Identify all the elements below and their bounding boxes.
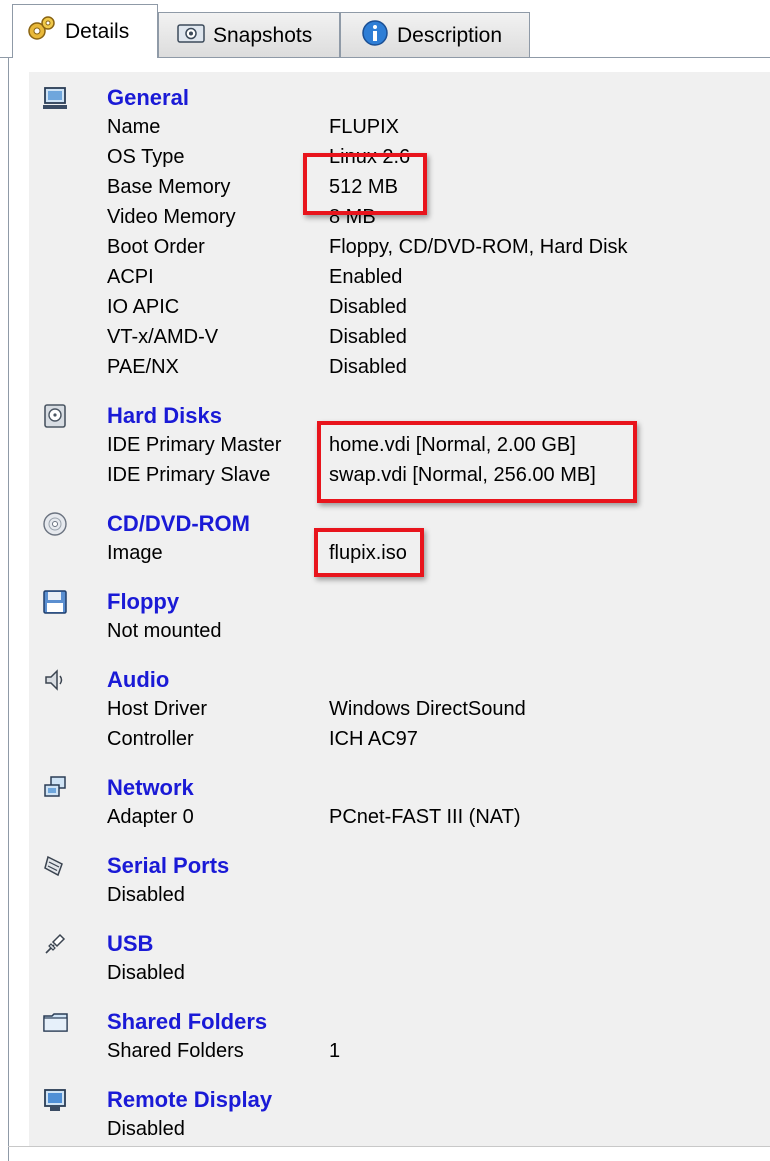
row-value: ICH AC97: [329, 728, 418, 750]
tab-details-label: Details: [65, 19, 130, 43]
section-usb-title[interactable]: USB: [107, 930, 153, 958]
tab-description[interactable]: Description: [340, 12, 530, 58]
row-key: Shared Folders: [107, 1040, 244, 1062]
row-key: Boot Order: [107, 236, 205, 258]
row-key: ACPI: [107, 266, 154, 288]
row-key: PAE/NX: [107, 356, 179, 378]
row-key: IO APIC: [107, 296, 180, 318]
row-value: Enabled: [329, 266, 403, 288]
cd-icon: [43, 512, 67, 536]
row-key: Base Memory: [107, 176, 231, 198]
row-key: VT-x/AMD-V: [107, 326, 219, 348]
row-value: PCnet-FAST III (NAT): [329, 806, 521, 828]
row-value: Disabled: [329, 356, 407, 378]
tab-bar: Details Snapshots Description: [0, 0, 770, 60]
network-icon: [43, 776, 67, 800]
row-value: Floppy, CD/DVD-ROM, Hard Disk: [329, 236, 628, 258]
highlight-cd-image: [314, 528, 424, 577]
gear-icon: [27, 15, 57, 49]
details-panel: General Name FLUPIX OS Type Linux 2.6 Base…: [29, 72, 770, 1146]
row-key: Video Memory: [107, 206, 236, 228]
highlight-base-memory: [303, 153, 427, 215]
row-key: Not mounted: [107, 620, 222, 642]
row-key: Disabled: [107, 1118, 185, 1140]
section-network-title[interactable]: Network: [107, 774, 194, 802]
row-key: Disabled: [107, 962, 185, 984]
section-hard-disks-title[interactable]: Hard Disks: [107, 402, 222, 430]
row-key: Controller: [107, 728, 194, 750]
section-serial-ports-title[interactable]: Serial Ports: [107, 852, 229, 880]
section-general-title[interactable]: General: [107, 84, 189, 112]
computer-icon: [43, 86, 67, 110]
floppy-icon: [43, 590, 67, 614]
camera-icon: [177, 22, 205, 50]
section-remote-display-title[interactable]: Remote Display: [107, 1086, 272, 1114]
section-audio-title[interactable]: Audio: [107, 666, 169, 694]
frame-left-border: [8, 57, 9, 1161]
section-shared-folders-title[interactable]: Shared Folders: [107, 1008, 267, 1036]
tab-snapshots-label: Snapshots: [213, 23, 313, 47]
row-value: FLUPIX: [329, 116, 400, 138]
frame-bottom-border: [8, 1146, 770, 1147]
monitor-icon: [43, 1088, 67, 1112]
row-value: Disabled: [329, 326, 407, 348]
row-key: Name: [107, 116, 161, 138]
usb-icon: [43, 932, 67, 956]
hard-disk-icon: [43, 404, 67, 428]
speaker-icon: [43, 668, 67, 692]
row-key: IDE Primary Slave: [107, 464, 271, 486]
tab-details[interactable]: Details: [12, 4, 158, 58]
row-key: Disabled: [107, 884, 185, 906]
serial-port-icon: [43, 854, 67, 878]
row-key: Adapter 0: [107, 806, 194, 828]
row-key: OS Type: [107, 146, 185, 168]
section-floppy-title[interactable]: Floppy: [107, 588, 179, 616]
folder-icon: [43, 1010, 68, 1034]
info-icon: [361, 19, 389, 53]
row-value: Windows DirectSound: [329, 698, 526, 720]
tab-snapshots[interactable]: Snapshots: [158, 12, 340, 58]
row-value: Disabled: [329, 296, 407, 318]
row-key: Host Driver: [107, 698, 208, 720]
section-cdrom-title[interactable]: CD/DVD-ROM: [107, 510, 250, 538]
highlight-hard-disks: [317, 421, 637, 503]
row-key: Image: [107, 542, 163, 564]
row-key: IDE Primary Master: [107, 434, 282, 456]
row-value: 1: [329, 1040, 341, 1062]
tab-description-label: Description: [397, 23, 503, 47]
